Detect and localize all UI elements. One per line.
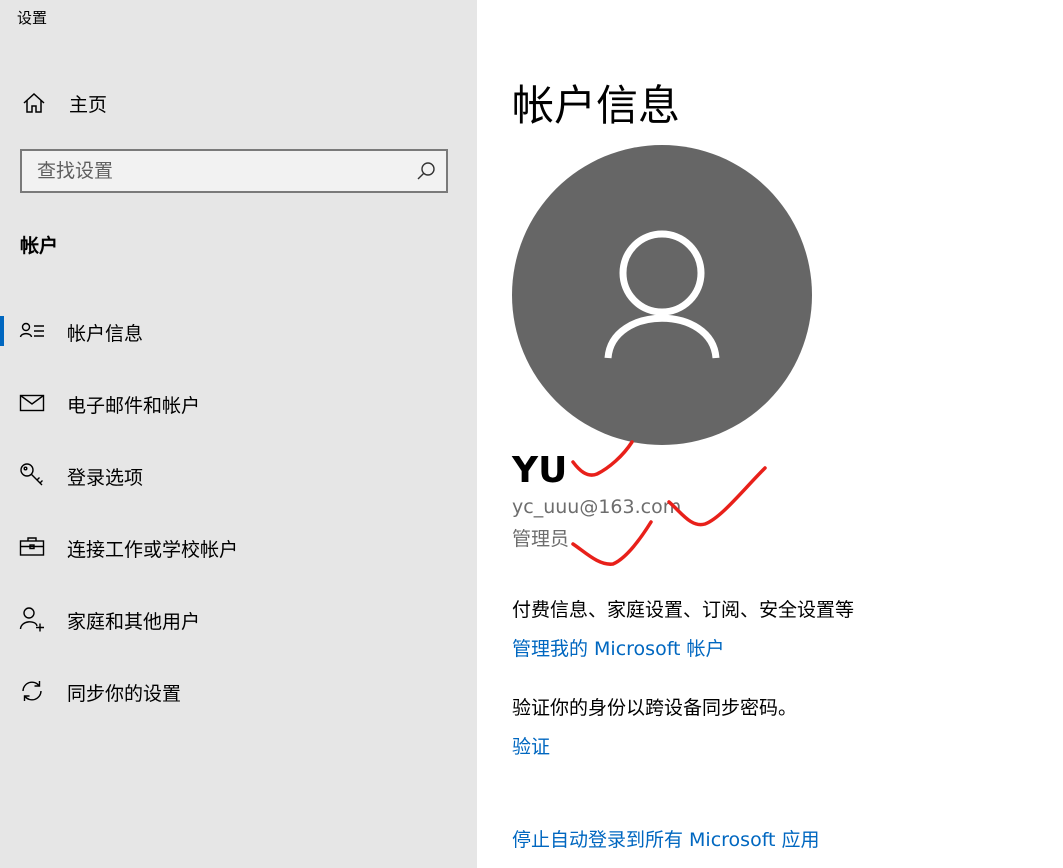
stop-auto-signin-link[interactable]: 停止自动登录到所有 Microsoft 应用: [512, 825, 820, 852]
sidebar-item-sign-in-options[interactable]: 登录选项: [0, 448, 477, 502]
sync-icon: [19, 678, 45, 704]
section-heading-accounts: 帐户: [20, 235, 59, 257]
key-icon: [19, 462, 45, 488]
sidebar-item-label: 同步你的设置: [67, 683, 182, 705]
billing-description: 付费信息、家庭设置、订阅、安全设置等: [512, 599, 855, 621]
mail-icon: [19, 390, 45, 416]
user-name: YU: [512, 450, 568, 491]
home-icon: [22, 91, 46, 115]
sidebar-home[interactable]: 主页: [0, 82, 477, 124]
verify-link[interactable]: 验证: [512, 732, 550, 759]
user-email: yc_uuu@163.com: [512, 496, 682, 518]
briefcase-icon: [19, 534, 45, 560]
sidebar-item-work-school[interactable]: 连接工作或学校帐户: [0, 520, 477, 574]
sidebar-item-label: 家庭和其他用户: [67, 611, 201, 633]
search-box[interactable]: [20, 149, 448, 193]
manage-microsoft-account-link[interactable]: 管理我的 Microsoft 帐户: [512, 634, 725, 661]
sidebar: 设置 主页 帐户: [0, 0, 477, 868]
sidebar-item-email-accounts[interactable]: 电子邮件和帐户: [0, 376, 477, 430]
sidebar-item-label: 电子邮件和帐户: [67, 395, 201, 417]
sidebar-item-label: 连接工作或学校帐户: [67, 539, 239, 561]
sidebar-item-family-users[interactable]: 家庭和其他用户: [0, 592, 477, 646]
sidebar-home-label: 主页: [69, 94, 108, 116]
avatar[interactable]: [512, 145, 812, 445]
settings-window: 设置 主页 帐户: [0, 0, 1063, 868]
sidebar-item-label: 帐户信息: [67, 323, 144, 345]
search-icon[interactable]: [416, 161, 436, 181]
add-person-icon: [19, 606, 45, 632]
sidebar-item-sync-settings[interactable]: 同步你的设置: [0, 664, 477, 718]
main-content: 帐户信息 YU yc_uuu@163.com 管理员 付费信息、家庭设置、订阅、…: [477, 0, 1063, 868]
verify-description: 验证你的身份以跨设备同步密码。: [512, 697, 798, 719]
sidebar-item-label: 登录选项: [67, 467, 144, 489]
search-input[interactable]: [22, 151, 417, 191]
sidebar-item-account-info[interactable]: 帐户信息: [0, 304, 477, 358]
window-title: 设置: [17, 9, 48, 27]
user-silhouette-icon: [604, 230, 720, 359]
account-info-icon: [19, 318, 45, 344]
page-title: 帐户信息: [512, 81, 681, 130]
user-role: 管理员: [512, 528, 570, 550]
selection-indicator: [0, 316, 4, 346]
